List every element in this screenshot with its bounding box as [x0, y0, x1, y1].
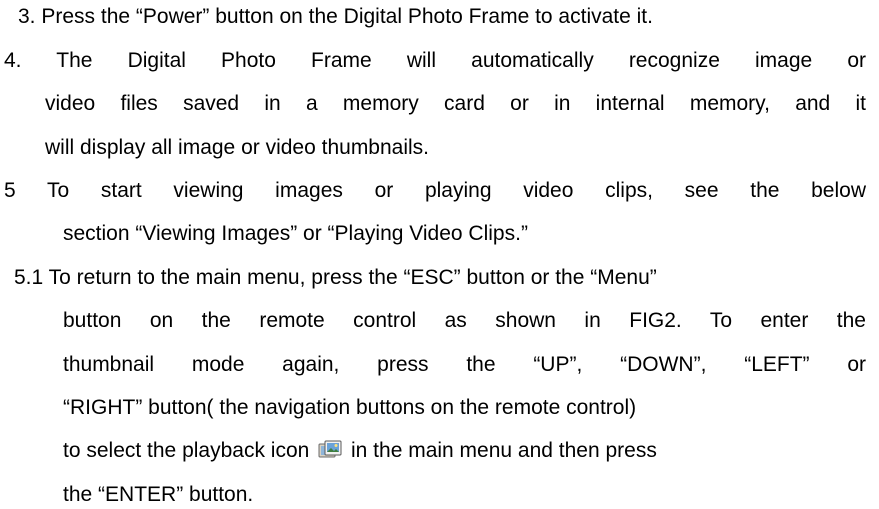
- step-5-text-line-2: section “Viewing Images” or “Playing Vid…: [63, 222, 528, 245]
- step-5-1-text-line-5: to select the playback icon in the main …: [63, 437, 657, 465]
- step-4-text-line-3: will display all image or video thumbnai…: [45, 136, 430, 159]
- icon-line-after: in the main menu and then press: [351, 439, 657, 462]
- step-5-1-text-line-6: the “ENTER” button.: [63, 483, 254, 506]
- playback-icon: [317, 439, 343, 461]
- step-5-1-text-line-2: button on the remote control as shown in…: [63, 309, 866, 332]
- step-5-1-text-line-4: “RIGHT” button( the navigation buttons o…: [63, 396, 637, 419]
- icon-line-before: to select the playback icon: [63, 439, 310, 462]
- step-4-text-line-2: video files saved in a memory card or in…: [45, 92, 866, 115]
- document-page: 3. Press the “Power” button on the Digit…: [0, 0, 879, 506]
- step-5-text-line-1: 5 To start viewing images or playing vid…: [4, 179, 866, 202]
- step-4-text-line-1: 4. The Digital Photo Frame will automati…: [4, 49, 866, 72]
- step-3-text: 3. Press the “Power” button on the Digit…: [18, 5, 653, 28]
- step-5-1-text-line-1: 5.1 To return to the main menu, press th…: [14, 266, 657, 289]
- step-5-1-text-line-3: thumbnail mode again, press the “UP”, “D…: [63, 353, 866, 376]
